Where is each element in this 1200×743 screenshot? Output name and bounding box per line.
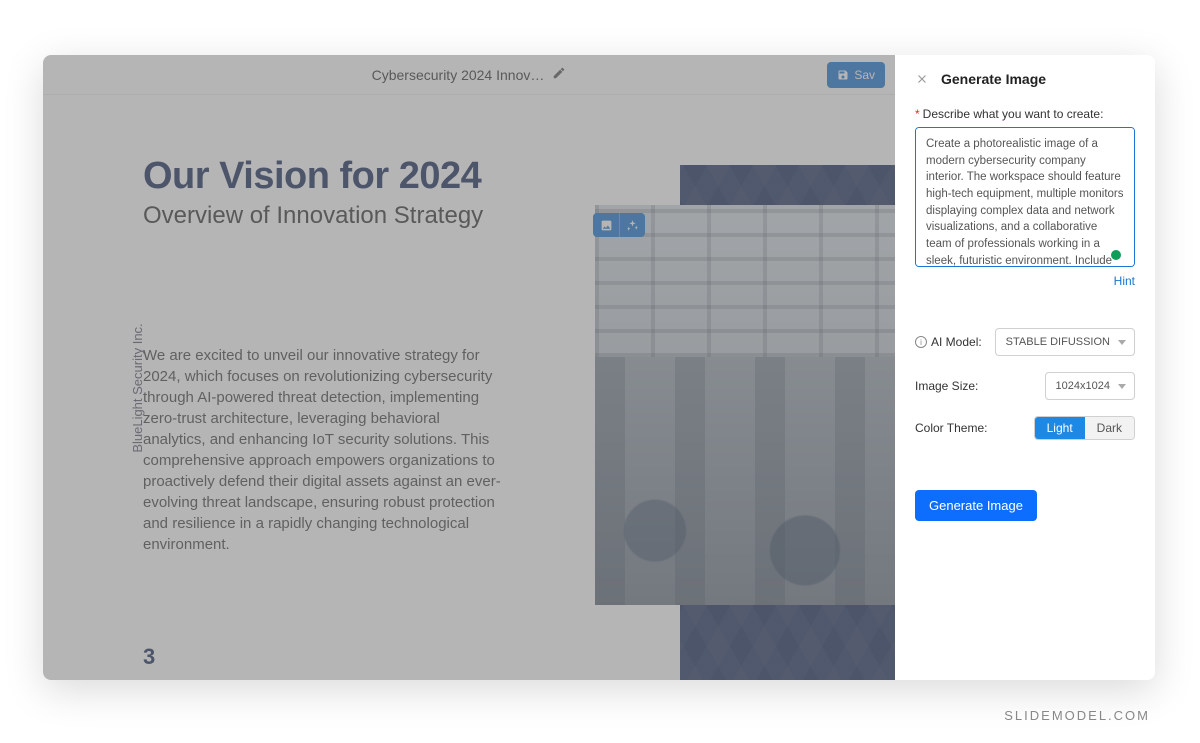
edit-title-icon[interactable] — [552, 66, 566, 83]
save-button-label: Sav — [854, 68, 875, 82]
slide-canvas[interactable]: BlueLight Security Inc. Our Vision for 2… — [43, 95, 895, 680]
panel-title: Generate Image — [941, 71, 1046, 87]
app-window: Cybersecurity 2024 Innov… Sav BlueLight … — [43, 55, 1155, 680]
slide-image-placeholder[interactable] — [595, 205, 895, 605]
slide-number: 3 — [143, 644, 155, 670]
slide-subtitle[interactable]: Overview of Innovation Strategy — [143, 202, 573, 230]
image-size-label: Image Size: — [915, 379, 978, 393]
color-theme-toggle: Light Dark — [1034, 416, 1135, 440]
top-bar: Cybersecurity 2024 Innov… Sav — [43, 55, 895, 95]
editor-area: Cybersecurity 2024 Innov… Sav BlueLight … — [43, 55, 895, 680]
document-title-wrap[interactable]: Cybersecurity 2024 Innov… — [372, 66, 567, 83]
prompt-textarea[interactable] — [915, 127, 1135, 267]
theme-light-button[interactable]: Light — [1035, 417, 1085, 439]
generate-image-panel: Generate Image *Describe what you want t… — [895, 55, 1155, 680]
watermark-text: SLIDEMODEL.COM — [1004, 708, 1150, 723]
close-panel-button[interactable] — [915, 72, 929, 86]
ai-model-select[interactable]: STABLE DIFUSSION — [995, 328, 1135, 356]
slide-text-content: Our Vision for 2024 Overview of Innovati… — [143, 155, 573, 555]
theme-dark-button[interactable]: Dark — [1085, 417, 1134, 439]
color-theme-label: Color Theme: — [915, 421, 987, 435]
document-title: Cybersecurity 2024 Innov… — [372, 67, 545, 83]
slide-title[interactable]: Our Vision for 2024 — [143, 155, 573, 198]
describe-label: *Describe what you want to create: — [915, 107, 1135, 121]
generate-image-button[interactable]: Generate Image — [915, 490, 1037, 521]
ai-generate-button[interactable] — [619, 213, 645, 237]
hint-link[interactable]: Hint — [915, 274, 1135, 288]
grammar-badge-icon — [1111, 250, 1121, 260]
slide-body-text[interactable]: We are excited to unveil our innovative … — [143, 345, 503, 555]
ai-model-label: AI Model: — [931, 335, 982, 349]
info-icon[interactable]: i — [915, 336, 927, 348]
replace-image-button[interactable] — [593, 213, 619, 237]
image-floating-toolbar — [593, 213, 645, 237]
image-size-select[interactable]: 1024x1024 — [1045, 372, 1135, 400]
save-button[interactable]: Sav — [827, 62, 885, 88]
